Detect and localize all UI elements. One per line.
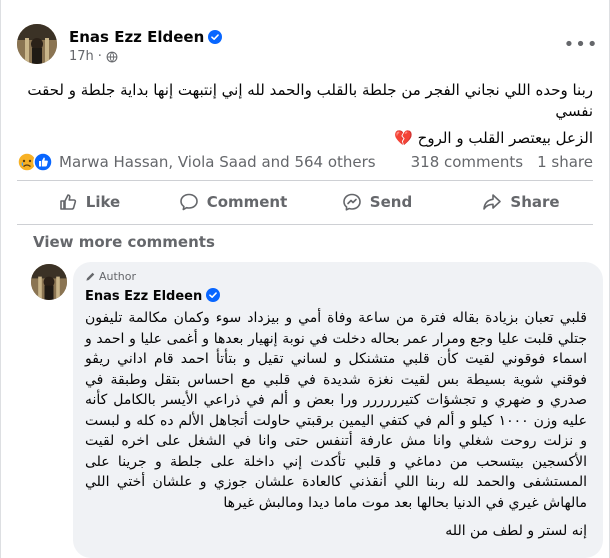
share-button[interactable]: Share — [449, 184, 593, 220]
like-button[interactable]: Like — [17, 184, 161, 220]
comment-text-main: قلبي تعبان بزيادة بقاله فترة من ساعة وفا… — [85, 310, 588, 511]
comments-count[interactable]: 318 comments — [411, 153, 523, 171]
post-meta: 17h · — [69, 49, 118, 64]
globe-icon — [106, 51, 118, 62]
author-badge-label: Author — [99, 270, 137, 283]
comment-body: قلبي تعبان بزيادة بقاله فترة من ساعة وفا… — [85, 308, 587, 542]
shares-count[interactable]: 1 share — [537, 153, 593, 171]
divider-top — [17, 180, 593, 181]
author-avatar[interactable] — [17, 24, 57, 64]
author-badge: Author — [85, 270, 136, 283]
meta-separator: · — [97, 49, 102, 64]
like-label: Like — [85, 193, 121, 211]
more-options-icon[interactable]: ••• — [564, 32, 598, 56]
verified-badge-icon — [206, 288, 221, 302]
post-author-name[interactable]: Enas Ezz Eldeen — [69, 28, 223, 46]
verified-badge-icon — [208, 30, 223, 44]
reactions-summary: Marwa Hassan, Viola Saad and 564 others … — [17, 150, 593, 174]
engagement-counts: 318 comments 1 share — [411, 153, 593, 171]
post-body: ربنا وحده اللي نجاني الفجر من جلطة بالقل… — [17, 80, 593, 155]
comment-label: Comment — [206, 193, 288, 211]
send-button[interactable]: Send — [305, 184, 449, 220]
view-more-comments-link[interactable]: View more comments — [33, 233, 215, 251]
like-reaction-icon — [33, 152, 53, 172]
post-text-line-2: الزعل بيعتصر القلب و الروح 💔 — [394, 129, 593, 147]
comment-author-avatar[interactable] — [31, 264, 67, 300]
share-label: Share — [510, 193, 560, 211]
author-pen-icon — [86, 272, 95, 281]
comment-bubble: Author Enas Ezz Eldeen قلبي تعبان بزيادة… — [73, 262, 603, 558]
send-icon — [342, 193, 361, 211]
comment-button[interactable]: Comment — [161, 184, 305, 220]
comment-author-name[interactable]: Enas Ezz Eldeen — [85, 288, 221, 304]
divider-bottom — [17, 224, 593, 225]
comment-text-closing: إنه لستر و لطف من الله — [445, 523, 587, 539]
like-icon — [59, 194, 76, 210]
reaction-names[interactable]: Marwa Hassan, Viola Saad and 564 others — [59, 153, 411, 171]
reaction-icons[interactable] — [17, 152, 53, 172]
post-text-line-1: ربنا وحده اللي نجاني الفجر من جلطة بالقل… — [27, 81, 593, 120]
comment-icon — [179, 193, 198, 211]
post-card: Enas Ezz Eldeen 17h · ••• ربنا وحده اللي… — [0, 0, 610, 558]
post-header: Enas Ezz Eldeen 17h · ••• — [17, 24, 598, 68]
post-actions: Like Comment Send Share — [17, 184, 593, 220]
comment-author-label[interactable]: Enas Ezz Eldeen — [85, 289, 202, 304]
share-icon — [483, 194, 502, 210]
post-author-label[interactable]: Enas Ezz Eldeen — [69, 28, 204, 46]
send-label: Send — [369, 193, 413, 211]
post-time[interactable]: 17h — [69, 49, 94, 64]
